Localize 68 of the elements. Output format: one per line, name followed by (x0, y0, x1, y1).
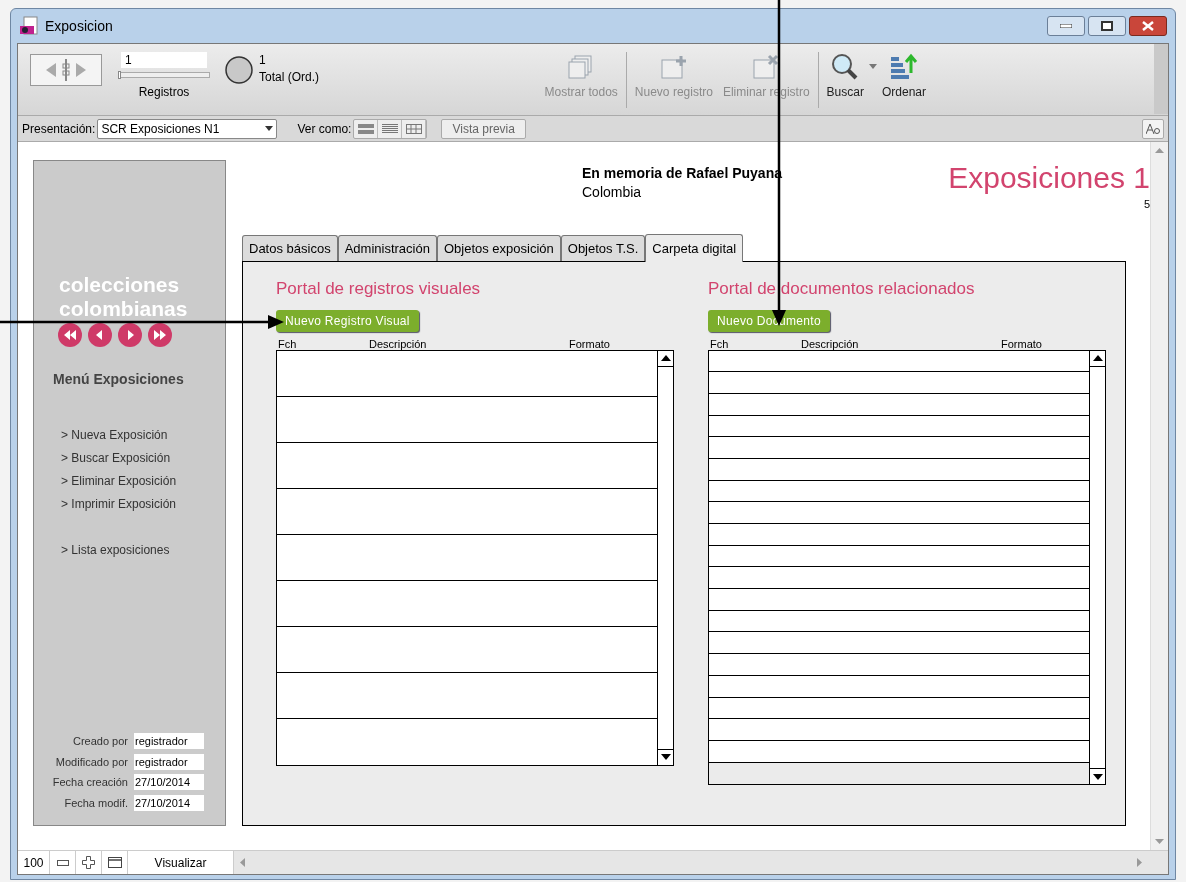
page-title: Exposiciones 1 (948, 160, 1150, 196)
sort-button[interactable]: Ordenar (876, 52, 931, 99)
meta-label: Creado por (71, 734, 129, 749)
menu-title: Menú Exposiciones (53, 370, 185, 389)
view-as-label: Ver como: (297, 120, 352, 138)
next-icon[interactable] (118, 323, 142, 347)
portal-title: Portal de registros visuales (276, 278, 482, 300)
tab[interactable]: Datos básicos (242, 235, 338, 261)
found-count: 1 (259, 52, 267, 69)
tab[interactable]: Carpeta digital (645, 234, 744, 262)
pie-circle-icon (224, 55, 254, 85)
records-label: Registros (138, 84, 190, 101)
text-format-icon[interactable] (1142, 118, 1164, 139)
menu-link[interactable]: > Lista exposiciones (61, 539, 170, 562)
zoom-level[interactable]: 100 (18, 851, 50, 874)
sort-icon (889, 53, 919, 81)
minimize-button[interactable] (1047, 16, 1085, 36)
column-header: Fch (278, 336, 297, 352)
scrollbar[interactable] (657, 350, 673, 765)
search-button[interactable]: Buscar (821, 52, 869, 99)
menu-link[interactable]: > Eliminar Exposición (61, 470, 177, 493)
meta-label: Fecha modif. (63, 795, 129, 811)
record-count: 5 (1143, 197, 1150, 212)
app-icon (19, 16, 39, 36)
column-header: Descripción (801, 336, 859, 352)
meta-field[interactable]: 27/10/2014 (134, 794, 204, 811)
rewind-icon[interactable] (58, 323, 82, 347)
caret-icon (265, 126, 274, 131)
mode-label[interactable]: Visualizar (128, 851, 234, 874)
column-header: Descripción (369, 336, 427, 352)
book-navigator[interactable] (30, 54, 102, 86)
maximize-icon (1101, 21, 1113, 31)
tab[interactable]: Objetos exposición (436, 235, 561, 261)
column-header: Formato (1001, 336, 1042, 352)
slider-thumb[interactable] (118, 71, 121, 79)
meta-field[interactable]: registrador (134, 753, 204, 770)
layout-label: Presentación: (22, 120, 96, 138)
portal-title: Portal de documentos relacionados (708, 278, 976, 300)
page-plus-icon (658, 54, 689, 80)
previous-icon[interactable] (88, 323, 112, 347)
total-label: Total (Ord.) (259, 69, 319, 86)
layout-dropdown[interactable]: SCR Exposiciones N1 (97, 118, 278, 139)
menu-link[interactable]: > Imprimir Exposición (61, 493, 177, 516)
meta-field[interactable]: 27/10/2014 (134, 774, 204, 791)
close-icon (1142, 21, 1154, 31)
preview-button[interactable]: Vista previa (441, 118, 526, 139)
country-text: Colombia (582, 183, 643, 202)
meta-label: Fecha creación (51, 775, 129, 790)
fast-forward-icon[interactable] (148, 323, 172, 347)
meta-label: Modificado por (54, 754, 129, 770)
record-number-field[interactable]: 1 (121, 52, 207, 68)
minimize-icon (1060, 24, 1072, 28)
tab[interactable]: Administración (337, 235, 437, 261)
column-header: Fch (710, 336, 729, 352)
menu-link[interactable]: > Buscar Exposición (61, 447, 171, 470)
restore-button[interactable] (1088, 16, 1126, 36)
close-button[interactable] (1129, 16, 1167, 36)
window-title: Exposicion (45, 16, 113, 36)
zoom-out-icon[interactable] (50, 851, 76, 874)
tab[interactable]: Objetos T.S. (560, 235, 646, 261)
caret-icon[interactable] (868, 64, 877, 69)
scrollbar[interactable] (1089, 350, 1105, 785)
zoom-in-icon[interactable] (76, 851, 102, 874)
meta-field[interactable]: registrador (134, 733, 204, 750)
record-slider[interactable] (118, 72, 210, 78)
window-layout-icon[interactable] (102, 851, 128, 874)
column-header: Formato (569, 336, 610, 352)
menu-link[interactable]: > Nueva Exposición (61, 424, 168, 447)
